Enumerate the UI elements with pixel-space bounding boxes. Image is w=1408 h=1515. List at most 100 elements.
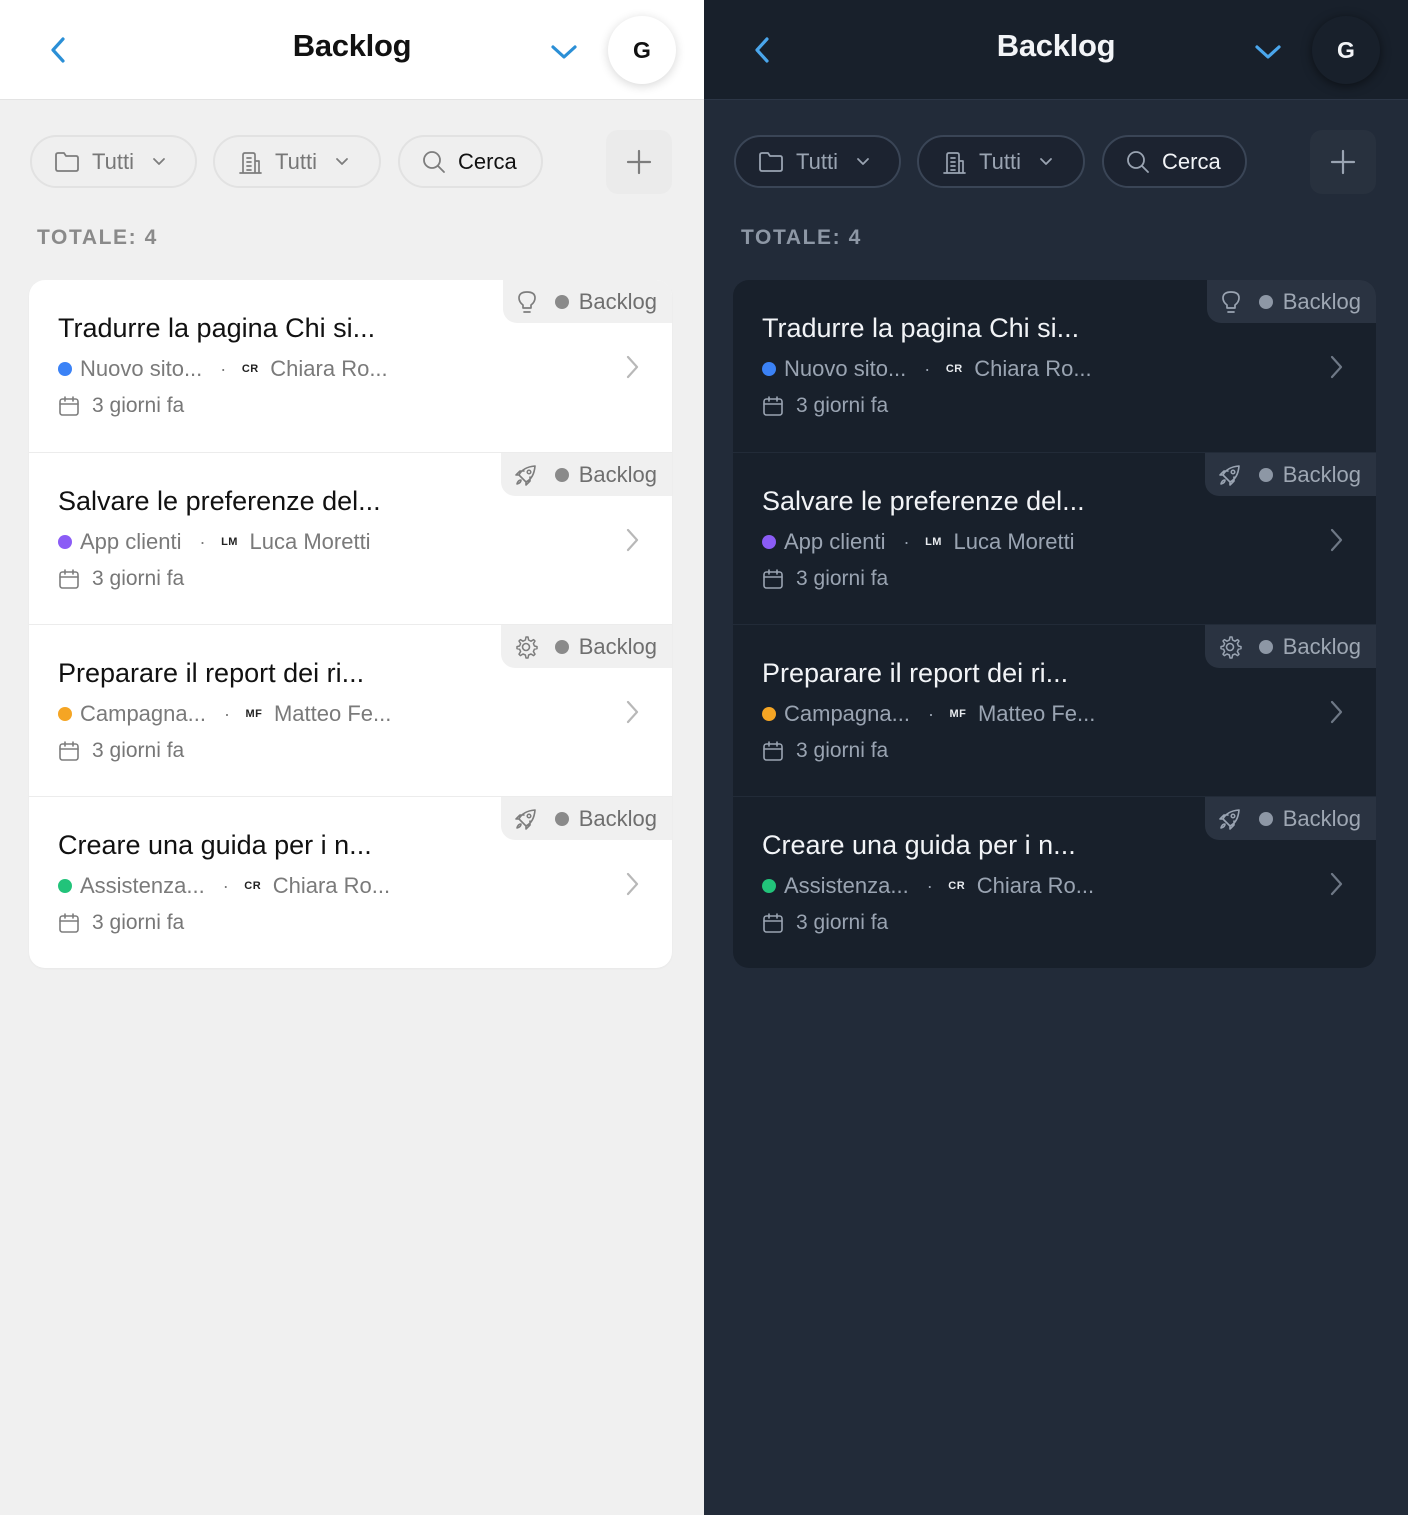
- project-color-dot: [762, 707, 776, 721]
- task-card[interactable]: Backlog Preparare il report dei ri... Ca…: [29, 624, 672, 796]
- task-list: Backlog Tradurre la pagina Chi si... Nuo…: [29, 280, 672, 968]
- project-color-dot: [58, 362, 72, 376]
- folder-icon: [54, 151, 80, 173]
- task-card[interactable]: Backlog Salvare le preferenze del... App…: [29, 452, 672, 624]
- assignee-initials: LM: [221, 536, 238, 548]
- date-label: 3 giorni fa: [92, 567, 185, 590]
- task-title: Salvare le preferenze del...: [58, 486, 381, 516]
- light-theme-panel: Backlog G Tutti Tutti Cerca TOTALE: 4 Ba…: [0, 0, 704, 1515]
- assignee-initials: CR: [948, 880, 966, 892]
- building-icon: [237, 149, 263, 175]
- assignee-name: Chiara Ro...: [976, 873, 1095, 898]
- task-meta: App clienti · LM Luca Moretti: [762, 529, 1075, 555]
- task-meta: Campagna... · MF Matteo Fe...: [58, 701, 391, 727]
- assignee-name: Chiara Ro...: [974, 356, 1092, 381]
- separator-dot: ·: [199, 531, 206, 552]
- status-badge: Backlog: [1206, 280, 1376, 323]
- calendar-icon: [762, 912, 784, 934]
- add-task-button[interactable]: [1310, 130, 1376, 194]
- date-label: 3 giorni fa: [796, 911, 889, 934]
- task-card[interactable]: Backlog Creare una guida per i n... Assi…: [29, 796, 672, 968]
- status-label: Backlog: [1282, 288, 1361, 314]
- project-color-dot: [762, 535, 776, 549]
- search-button[interactable]: Cerca: [1102, 135, 1247, 188]
- status-dot: [554, 294, 569, 309]
- status-badge: Backlog: [500, 797, 672, 840]
- folder-filter[interactable]: Tutti: [734, 135, 901, 188]
- assignee-name: Chiara Ro...: [272, 873, 391, 898]
- search-label: Cerca: [458, 148, 517, 174]
- project-name: Assistenza...: [80, 873, 205, 898]
- company-filter[interactable]: Tutti: [917, 135, 1085, 188]
- total-count: TOTALE: 4: [741, 226, 862, 249]
- project-name: Nuovo sito...: [784, 356, 907, 381]
- task-card[interactable]: Backlog Salvare le preferenze del... App…: [733, 452, 1376, 624]
- calendar-icon: [58, 740, 80, 762]
- company-filter-label: Tutti: [979, 148, 1021, 174]
- date-label: 3 giorni fa: [92, 739, 185, 762]
- separator-dot: ·: [222, 875, 229, 896]
- task-card[interactable]: Backlog Preparare il report dei ri... Ca…: [733, 624, 1376, 796]
- view-dropdown-button[interactable]: [546, 34, 582, 70]
- project-color-dot: [58, 535, 72, 549]
- status-label: Backlog: [1282, 805, 1361, 831]
- project-color-dot: [762, 362, 776, 376]
- chevron-right-icon: [1324, 525, 1348, 555]
- status-label: Backlog: [578, 288, 657, 314]
- task-card[interactable]: Backlog Tradurre la pagina Chi si... Nuo…: [29, 280, 672, 452]
- separator-dot: ·: [924, 358, 931, 379]
- project-name: App clienti: [80, 529, 182, 554]
- date-label: 3 giorni fa: [92, 911, 185, 934]
- lightbulb-icon: [1219, 289, 1243, 315]
- date-label: 3 giorni fa: [92, 394, 185, 417]
- status-badge: Backlog: [500, 453, 672, 496]
- task-title: Tradurre la pagina Chi si...: [762, 313, 1080, 343]
- assignee-name: Luca Moretti: [953, 529, 1075, 554]
- app-header: Backlog G: [0, 0, 704, 100]
- avatar[interactable]: G: [608, 16, 676, 84]
- chevron-right-icon: [1324, 352, 1348, 382]
- separator-dot: ·: [903, 531, 910, 552]
- chevron-down-icon: [856, 157, 870, 167]
- search-icon: [422, 150, 446, 174]
- task-date: 3 giorni fa: [762, 739, 888, 763]
- date-label: 3 giorni fa: [796, 567, 889, 590]
- task-meta: App clienti · LM Luca Moretti: [58, 529, 371, 555]
- add-task-button[interactable]: [606, 130, 672, 194]
- folder-filter-label: Tutti: [796, 148, 838, 174]
- view-dropdown-button[interactable]: [1250, 34, 1286, 70]
- avatar[interactable]: G: [1312, 16, 1380, 84]
- project-name: Campagna...: [80, 701, 206, 726]
- chevron-down-icon: [550, 43, 578, 61]
- task-card[interactable]: Backlog Tradurre la pagina Chi si... Nuo…: [733, 280, 1376, 452]
- folder-icon: [758, 151, 784, 173]
- search-button[interactable]: Cerca: [398, 135, 543, 188]
- task-date: 3 giorni fa: [58, 739, 184, 763]
- chevron-down-icon: [1254, 43, 1282, 61]
- assignee-initials: CR: [945, 363, 963, 375]
- separator-dot: ·: [927, 703, 934, 724]
- status-label: Backlog: [578, 805, 657, 831]
- separator-dot: ·: [220, 358, 227, 379]
- task-card[interactable]: Backlog Creare una guida per i n... Assi…: [733, 796, 1376, 968]
- company-filter[interactable]: Tutti: [213, 135, 381, 188]
- search-label: Cerca: [1162, 148, 1221, 174]
- status-dot: [1258, 467, 1273, 482]
- date-label: 3 giorni fa: [796, 739, 889, 762]
- chevron-down-icon: [1039, 157, 1053, 167]
- chevron-down-icon: [335, 157, 349, 167]
- company-filter-label: Tutti: [275, 148, 317, 174]
- status-dot: [554, 811, 569, 826]
- task-date: 3 giorni fa: [58, 567, 184, 591]
- status-badge: Backlog: [1204, 797, 1376, 840]
- dark-theme-panel: Backlog G Tutti Tutti Cerca TOTALE: 4 Ba…: [704, 0, 1408, 1515]
- chevron-right-icon: [1324, 697, 1348, 727]
- task-meta: Campagna... · MF Matteo Fe...: [762, 701, 1095, 727]
- chevron-right-icon: [620, 869, 644, 899]
- project-name: Nuovo sito...: [80, 356, 203, 381]
- assignee-initials: CR: [244, 880, 262, 892]
- folder-filter[interactable]: Tutti: [30, 135, 197, 188]
- task-meta: Nuovo sito... · CR Chiara Ro...: [58, 356, 388, 382]
- gear-icon: [1217, 634, 1243, 660]
- assignee-name: Chiara Ro...: [270, 356, 388, 381]
